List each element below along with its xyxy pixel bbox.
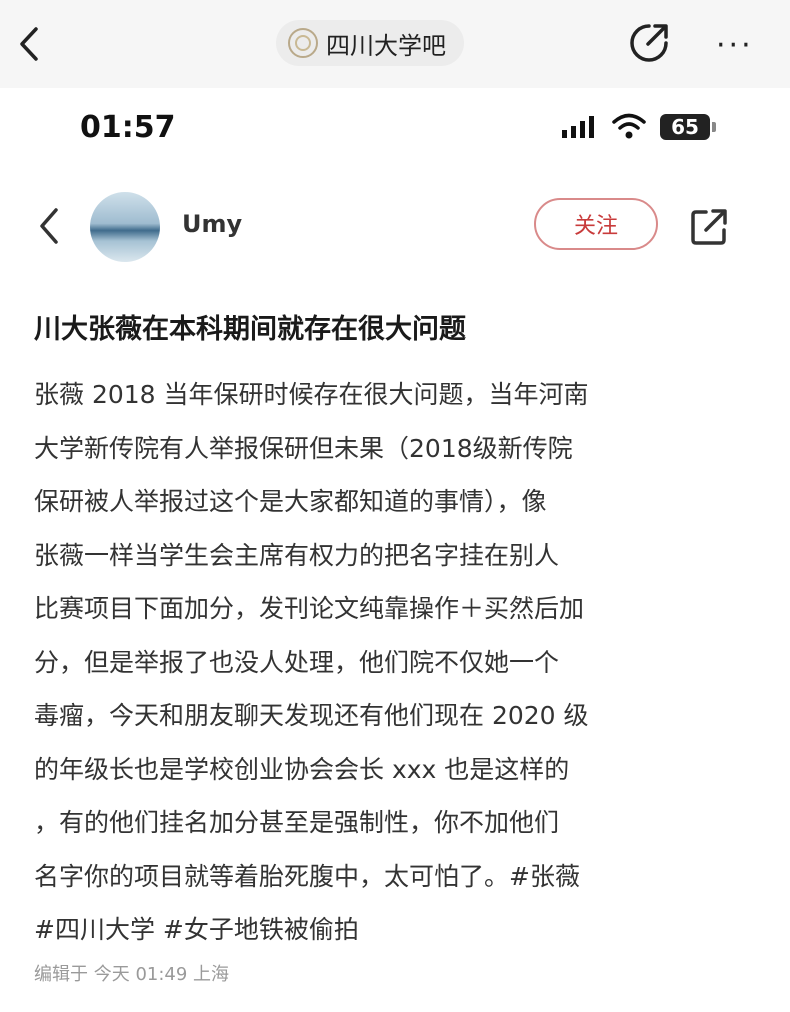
status-time: 01:57	[80, 110, 176, 145]
post-body-line: 张薇 2018 当年保研时候存在很大问题，当年河南	[34, 380, 589, 409]
share-icon[interactable]	[626, 20, 672, 66]
post-edit-meta: 编辑于 今天 01:49 上海	[34, 964, 230, 985]
post-body-line: 名字你的项目就等着胎死腹中，太可怕了。#张薇	[34, 861, 580, 891]
username[interactable]: Umy	[182, 210, 242, 238]
post-body-line: 保研被人举报过这个是大家都知道的事情），像	[34, 487, 547, 516]
battery-tip	[712, 122, 716, 132]
post-body-line: 大学新传院有人举报保研但未果（2018级新传院	[34, 433, 573, 463]
post-body-line: 毒瘤，今天和朋友聊天发现还有他们现在 2020 级	[34, 701, 589, 730]
post-body-line: 张薇一样当学生会主席有权力的把名字挂在别人	[34, 540, 560, 570]
post-share-icon[interactable]	[688, 206, 730, 248]
more-icon[interactable]: ···	[716, 28, 754, 63]
forum-name: 四川大学吧	[326, 31, 446, 60]
follow-button[interactable]: 关注	[534, 198, 658, 250]
forum-name-pill[interactable]: 四川大学吧	[276, 20, 464, 66]
battery-icon: 65	[660, 114, 710, 140]
wifi-icon	[612, 113, 646, 139]
post-body-line: 分，但是举报了也没人处理，他们院不仅她一个	[34, 647, 560, 677]
post-body-line: 比赛项目下面加分，发刊论文纯靠操作＋买然后加	[34, 594, 585, 623]
post-title: 川大张薇在本科期间就存在很大问题	[34, 314, 466, 345]
avatar[interactable]	[90, 192, 160, 262]
post-back-icon[interactable]	[36, 206, 62, 246]
forum-logo-icon	[288, 28, 318, 58]
post-body-line: ，有的他们挂名加分甚至是强制性，你不加他们	[34, 808, 560, 837]
post-body-line: 的年级长也是学校创业协会会长 xxx 也是这样的	[34, 754, 570, 784]
app-top-bar: 四川大学吧 ···	[0, 0, 790, 88]
post-body: 张薇 2018 当年保研时候存在很大问题，当年河南 大学新传院有人举报保研但未果…	[34, 368, 764, 957]
back-icon[interactable]	[14, 26, 44, 62]
post-body-line-tags: #四川大学 #女子地铁被偷拍	[34, 915, 359, 944]
post-screenshot: 01:57 65 Umy 关注 川大张薇在本科期间就存在很大问题 张薇 2018…	[0, 88, 790, 1012]
signal-icon	[562, 116, 594, 138]
